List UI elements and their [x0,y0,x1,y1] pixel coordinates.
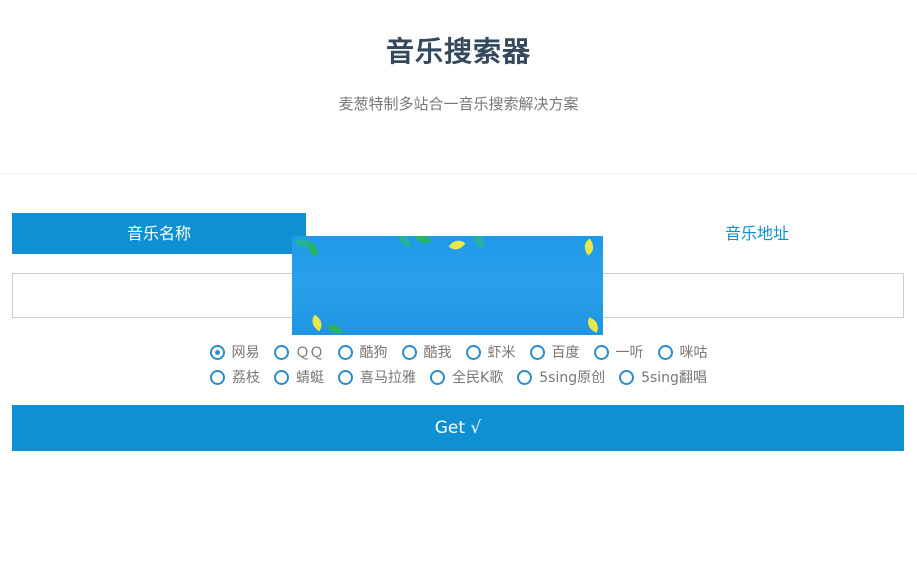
source-option-baidu[interactable]: 百度 [529,342,580,362]
source-option-label: 一听 [615,345,644,361]
leaf-decoration [304,241,322,257]
radio-unchecked-icon[interactable] [401,344,417,360]
source-option-label: 荔枝 [232,370,261,386]
radio-unchecked-icon[interactable] [210,369,226,385]
radio-checked-icon[interactable] [209,344,225,360]
source-option-label: 网易 [231,345,260,361]
source-option-kuwo[interactable]: 酷我 [401,342,452,362]
source-option-label: 5sing原创 [539,370,606,386]
source-option-qq[interactable]: ＱＱ [273,342,324,362]
radio-unchecked-icon[interactable] [465,344,481,360]
source-option-xiami[interactable]: 虾米 [465,342,516,362]
radio-unchecked-icon[interactable] [529,344,545,360]
source-option-label: 全民K歌 [452,370,504,386]
source-option-label: 酷我 [423,345,452,361]
leaf-decoration [327,322,343,335]
source-options-row-2: 荔枝 蜻蜓 喜马拉雅 全民K歌 5sing原创 5sing翻唱 [0,367,917,387]
source-options-row-1: 网易 ＱＱ 酷狗 酷我 虾米 百度 一听 咪咕 [0,342,917,362]
leaf-decoration [448,236,466,254]
source-option-ximalaya[interactable]: 喜马拉雅 [338,367,416,387]
radio-unchecked-icon[interactable] [338,369,354,385]
page-title: 音乐搜索器 [385,35,531,68]
source-option-label: 虾米 [487,345,516,361]
get-button[interactable]: Get √ [12,405,904,451]
header-divider [0,173,917,174]
leaf-decoration [584,317,602,333]
source-option-label: 5sing翻唱 [641,370,707,386]
page-subtitle: 麦葱特制多站合一音乐搜索解决方案 [338,95,579,113]
source-option-label: 百度 [551,345,580,361]
source-option-5sing-cover[interactable]: 5sing翻唱 [619,367,707,387]
source-option-label: 酷狗 [359,345,388,361]
source-option-1ting[interactable]: 一听 [593,342,644,362]
leaf-decoration [414,236,432,246]
radio-unchecked-icon[interactable] [593,344,609,360]
source-option-kugou[interactable]: 酷狗 [337,342,388,362]
source-option-label: 喜马拉雅 [360,370,417,386]
source-option-kge[interactable]: 全民K歌 [430,367,503,387]
radio-unchecked-icon[interactable] [274,369,290,385]
source-option-label: ＱＱ [295,345,324,361]
radio-unchecked-icon[interactable] [273,344,289,360]
leaf-decoration [470,236,488,249]
source-option-lizhi[interactable]: 荔枝 [210,367,260,387]
tab-music-url[interactable]: 音乐地址 [610,213,904,254]
radio-unchecked-icon[interactable] [337,344,353,360]
source-option-migu[interactable]: 咪咕 [657,342,708,362]
radio-unchecked-icon[interactable] [619,369,635,385]
source-option-netease[interactable]: 网易 [209,342,260,362]
leaf-decoration [581,238,597,256]
overlay-banner-image [292,236,603,335]
leaf-decoration [397,236,413,248]
leaf-decoration [308,314,326,332]
radio-unchecked-icon[interactable] [517,369,533,385]
source-option-label: 蜻蜓 [296,370,325,386]
radio-unchecked-icon[interactable] [657,344,673,360]
radio-unchecked-icon[interactable] [430,369,446,385]
source-option-label: 咪咕 [679,345,708,361]
tab-music-name[interactable]: 音乐名称 [12,213,306,254]
page: 音乐搜索器 麦葱特制多站合一音乐搜索解决方案 音乐名称 音乐地址 网易 ＱＱ 酷… [0,0,917,569]
source-option-5sing-original[interactable]: 5sing原创 [517,367,605,387]
source-option-qingting[interactable]: 蜻蜓 [274,367,324,387]
